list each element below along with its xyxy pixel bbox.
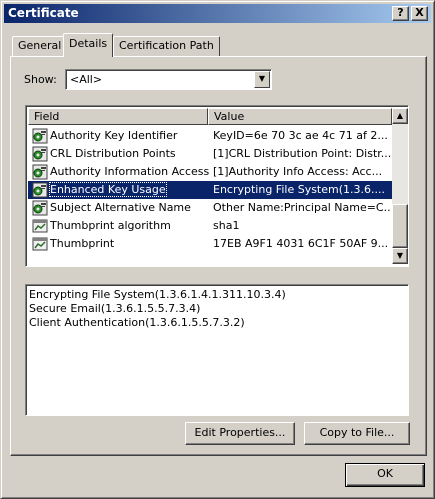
detail-line: Secure Email(1.3.6.1.5.5.7.3.4)	[29, 302, 201, 315]
help-button[interactable]: ?	[392, 6, 409, 21]
list-item[interactable]: Thumbprint algorithm sha1	[28, 217, 392, 235]
column-header-label: Value	[214, 110, 245, 123]
show-dropdown-value: <All>	[70, 73, 103, 86]
field-name: CRL Distribution Points	[50, 147, 176, 160]
field-value: [1]Authority Info Access: Acc...	[213, 165, 383, 178]
field-name: Thumbprint	[50, 237, 115, 250]
tab-label: Certification Path	[119, 39, 214, 52]
field-name: Thumbprint algorithm	[50, 219, 171, 232]
chevron-down-icon: ▼	[258, 74, 266, 83]
field-value: sha1	[213, 219, 240, 232]
certificate-dialog: Certificate ? X General Details Certific…	[0, 0, 435, 499]
tab-details[interactable]: Details	[63, 33, 114, 57]
cert-extension-icon	[32, 128, 48, 144]
field-name: Subject Alternative Name	[50, 201, 191, 214]
list-item[interactable]: CRL Distribution Points [1]CRL Distribut…	[28, 145, 392, 163]
window-title: Certificate	[8, 6, 79, 20]
title-bar[interactable]: Certificate ? X	[4, 4, 431, 23]
cert-extension-icon	[32, 164, 48, 180]
list-vertical-scrollbar[interactable]: ▲ ▼	[392, 108, 408, 264]
list-item[interactable]: Authority Key Identifier KeyID=6e 70 3c …	[28, 127, 392, 145]
list-item[interactable]: Thumbprint 17EB A9F1 4031 6C1F 50AF 9...	[28, 235, 392, 253]
triangle-down-icon: ▼	[396, 251, 404, 260]
ok-button[interactable]: OK	[345, 463, 425, 487]
tab-label: Details	[69, 37, 108, 50]
triangle-up-icon: ▲	[396, 111, 404, 120]
list-item[interactable]: Authority Information Access [1]Authorit…	[28, 163, 392, 181]
copy-to-file-button[interactable]: Copy to File...	[304, 422, 410, 445]
cert-extension-icon	[32, 146, 48, 162]
scrollbar-thumb[interactable]	[392, 204, 408, 248]
field-detail-textbox[interactable]: Encrypting File System(1.3.6.1.4.1.311.1…	[25, 284, 409, 416]
column-header-label: Field	[34, 110, 60, 123]
edit-properties-button[interactable]: Edit Properties...	[185, 422, 295, 445]
column-header-value[interactable]: Value	[208, 108, 392, 125]
field-name: Authority Key Identifier	[50, 129, 178, 142]
show-label: Show:	[24, 73, 57, 86]
cert-property-icon	[32, 236, 48, 252]
show-dropdown[interactable]: <All> ▼	[65, 69, 272, 90]
column-header-field[interactable]: Field	[28, 108, 208, 125]
button-label: Copy to File...	[319, 426, 395, 439]
tab-general[interactable]: General	[12, 36, 68, 56]
scroll-down-button[interactable]: ▼	[392, 248, 408, 264]
list-item-selected[interactable]: Enhanced Key Usage Encrypting File Syste…	[28, 181, 392, 199]
cert-extension-icon	[32, 200, 48, 216]
detail-line: Client Authentication(1.3.6.1.5.5.7.3.2)	[29, 316, 245, 329]
button-label: Edit Properties...	[194, 426, 286, 439]
close-button[interactable]: X	[411, 6, 428, 21]
field-list[interactable]: Field Value Authority Key Identifier Key…	[25, 105, 409, 267]
tab-label: General	[18, 39, 62, 52]
field-value: KeyID=6e 70 3c ae 4c 71 af 2...	[213, 129, 388, 142]
cert-extension-icon	[32, 182, 48, 198]
list-item[interactable]: Subject Alternative Name Other Name:Prin…	[28, 199, 392, 217]
detail-line: Encrypting File System(1.3.6.1.4.1.311.1…	[29, 288, 286, 301]
field-value: Other Name:Principal Name=C...	[213, 201, 391, 214]
field-value: 17EB A9F1 4031 6C1F 50AF 9...	[213, 237, 389, 250]
field-name: Authority Information Access	[50, 165, 210, 178]
scroll-up-button[interactable]: ▲	[392, 108, 408, 124]
button-label: OK	[377, 467, 393, 480]
dropdown-arrow-button[interactable]: ▼	[254, 71, 270, 88]
field-value: [1]CRL Distribution Point: Distr...	[213, 147, 391, 160]
field-name: Enhanced Key Usage	[49, 182, 167, 197]
field-value: Encrypting File System(1.3.6....	[213, 183, 385, 196]
cert-property-icon	[32, 218, 48, 234]
tab-certification-path[interactable]: Certification Path	[113, 36, 220, 56]
